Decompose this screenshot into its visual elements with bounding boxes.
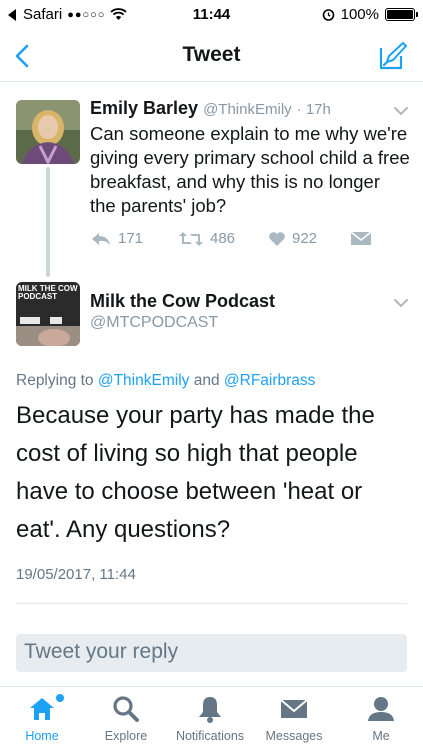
replying-to-prefix: Replying to <box>16 372 94 389</box>
main-author-handle[interactable]: @MTCPODCAST <box>90 314 218 332</box>
tab-notifications[interactable]: Notifications <box>168 693 252 743</box>
main-tweet-text: Because your party has made the cost of … <box>16 402 375 543</box>
tab-me-label: Me <box>372 729 390 743</box>
like-action[interactable]: 922 <box>268 230 317 247</box>
battery-icon <box>385 8 418 21</box>
parent-tweet-age: · 17h <box>296 101 331 118</box>
direct-message-action[interactable] <box>350 230 372 246</box>
person-icon <box>368 697 394 721</box>
avatar-emily-barley[interactable] <box>16 100 80 164</box>
tab-messages-label: Messages <box>265 729 323 743</box>
bell-icon <box>199 697 221 723</box>
search-icon <box>113 696 139 722</box>
parent-tweet-header: Emily Barley @ThinkEmily · 17h <box>90 98 331 119</box>
envelope-icon <box>350 231 372 245</box>
tab-notifications-label: Notifications <box>175 729 245 743</box>
page-title: Tweet <box>182 43 241 66</box>
parent-author-name[interactable]: Emily Barley <box>90 98 198 118</box>
home-new-content-dot <box>56 694 64 702</box>
avatar-photo-icon <box>16 100 80 164</box>
avatar-milk-the-cow[interactable]: MILK THE COW PODCAST <box>16 282 80 346</box>
svg-text:PODCAST: PODCAST <box>18 292 57 301</box>
parent-tweet-actions: 171 486 922 <box>90 230 380 252</box>
main-tweet-menu-chevron-icon[interactable] <box>392 297 410 309</box>
reply-action[interactable]: 171 <box>90 230 143 247</box>
tab-messages[interactable]: Messages <box>252 693 336 743</box>
alarm-clock-icon <box>322 9 334 21</box>
battery-percent: 100% <box>340 6 379 23</box>
parent-author-handle[interactable]: @ThinkEmily <box>203 101 292 118</box>
like-count: 922 <box>292 230 318 247</box>
tab-home[interactable]: Home <box>0 693 84 743</box>
tab-explore-label: Explore <box>104 729 148 743</box>
thread-connector-line <box>46 167 50 277</box>
tweet-timestamp: 19/05/2017, 11:44 <box>16 566 136 583</box>
replying-to-line: Replying to @ThinkEmily and @RFairbrass <box>16 372 315 390</box>
replying-to-user-2[interactable]: @RFairbrass <box>224 372 316 389</box>
nav-bar: Tweet <box>0 30 423 82</box>
tab-bar: Home Explore Notifications Messages Me <box>0 686 423 750</box>
reply-input[interactable]: Tweet your reply <box>16 634 407 672</box>
status-right: 100% <box>322 6 418 23</box>
status-bar: Safari ●●○○○ 11:44 100% <box>0 0 423 30</box>
tab-me[interactable]: Me <box>339 693 423 743</box>
retweet-icon <box>179 231 203 246</box>
compose-tweet-icon[interactable] <box>377 40 409 72</box>
replying-to-and: and <box>193 372 220 389</box>
heart-icon <box>269 231 285 246</box>
divider <box>16 603 407 604</box>
replying-to-user-1[interactable]: @ThinkEmily <box>98 372 190 389</box>
tab-home-label: Home <box>25 729 59 743</box>
tab-explore[interactable]: Explore <box>84 693 168 743</box>
home-icon <box>30 698 54 720</box>
parent-tweet-text: Can someone explain to me why we're givi… <box>90 123 410 216</box>
retweet-count: 486 <box>210 230 236 247</box>
reply-count: 171 <box>118 230 144 247</box>
retweet-action[interactable]: 486 <box>178 230 235 247</box>
main-author-name[interactable]: Milk the Cow Podcast <box>90 291 275 312</box>
reply-icon <box>92 232 110 245</box>
podcast-logo-icon: MILK THE COW PODCAST <box>16 282 80 346</box>
envelope-icon <box>280 699 308 718</box>
parent-tweet-menu-chevron-icon[interactable] <box>392 105 410 117</box>
